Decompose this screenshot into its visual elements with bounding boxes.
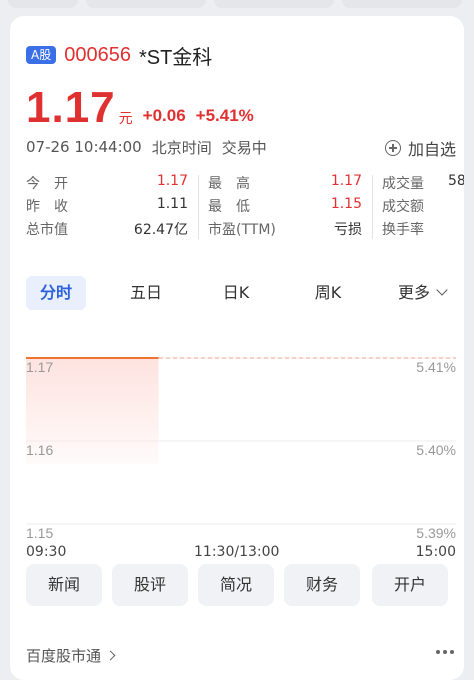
low-value: 1.15 <box>330 196 362 212</box>
pe-value: 亏损 <box>334 222 362 238</box>
plus-circle-icon <box>384 140 401 156</box>
tab-weekly-k[interactable]: 周K <box>298 276 358 310</box>
price-change: +0.06 <box>142 106 186 125</box>
chevron-right-icon <box>105 650 116 660</box>
high-label: 最 高 <box>208 176 250 192</box>
stock-code: 000656 <box>64 43 131 66</box>
chart-period-tabs: 分时 五日 日K 周K 更多 <box>26 276 456 312</box>
prev-close-label: 昨 收 <box>26 199 68 215</box>
financials-button[interactable]: 财务 <box>284 564 360 606</box>
profile-button[interactable]: 简况 <box>198 564 274 606</box>
news-button[interactable]: 新闻 <box>26 564 102 606</box>
comments-button[interactable]: 股评 <box>112 564 188 606</box>
price-unit: 元 <box>118 111 133 127</box>
stats-divider <box>372 175 373 239</box>
chevron-down-icon <box>436 284 448 296</box>
volume-value: 58 <box>448 173 464 189</box>
stock-market-link[interactable]: 百度股市通 <box>26 645 116 666</box>
tab-intraday[interactable]: 分时 <box>26 276 86 310</box>
pe-label: 市盈(TTM) <box>208 222 276 238</box>
y-tick-label: 1.17 <box>26 359 53 375</box>
y-tick-label: 1.16 <box>26 442 53 458</box>
volume-label: 成交量 <box>382 176 424 192</box>
stock-name: *ST金科 <box>138 46 213 69</box>
tab-more-label: 更多 <box>397 283 430 302</box>
quote-stats: 今 开 1.17 昨 收 1.11 总市值 62.47亿 最 高 1.17 最 … <box>26 173 464 243</box>
y-tick-pct-label: 5.41% <box>416 359 456 375</box>
tab-daily-k[interactable]: 日K <box>206 276 266 310</box>
open-value: 1.17 <box>156 173 188 189</box>
top-strip <box>0 0 474 10</box>
market-badge: A股 <box>26 46 57 64</box>
market-cap-value: 62.47亿 <box>133 222 188 238</box>
chart-svg: 1.17 5.41% 1.16 5.40% 1.15 5.39% <box>26 357 456 541</box>
stats-divider <box>198 175 199 239</box>
trading-status: 交易中 <box>221 138 267 157</box>
x-tick-label: 09:30 <box>26 544 67 560</box>
open-account-button[interactable]: 开户 <box>372 564 448 606</box>
quote-timezone: 北京时间 <box>151 138 212 157</box>
action-buttons: 新闻 股评 简况 财务 开户 <box>26 564 456 606</box>
amount-label: 成交额 <box>382 199 424 215</box>
stock-title: A股 000656 *ST金科 <box>26 42 213 69</box>
intraday-chart[interactable]: 1.17 5.41% 1.16 5.40% 1.15 5.39% 09:30 11:30/… <box>26 334 456 566</box>
tab-five-day[interactable]: 五日 <box>116 276 176 310</box>
more-options-icon[interactable] <box>436 650 454 654</box>
price-change-pct: +5.41% <box>195 106 254 125</box>
y-tick-pct-label: 5.40% <box>416 442 456 458</box>
quote-datetime: 07-26 10:44:00 <box>26 138 142 156</box>
open-label: 今 开 <box>26 176 68 192</box>
market-cap-label: 总市值 <box>26 222 68 238</box>
y-tick-label: 1.15 <box>26 525 53 540</box>
y-tick-pct-label: 5.39% <box>416 525 456 540</box>
x-tick-label: 15:00 <box>415 544 456 560</box>
tab-more[interactable]: 更多 <box>388 276 456 310</box>
x-tick-label: 11:30/13:00 <box>194 544 280 560</box>
footer: 百度股市通 <box>26 642 456 668</box>
low-label: 最 低 <box>208 199 250 215</box>
price-row: 1.17 元 +0.06 +5.41% <box>26 86 264 130</box>
current-price: 1.17 <box>26 83 116 132</box>
turnover-label: 换手率 <box>382 222 424 238</box>
stock-market-link-label: 百度股市通 <box>26 646 102 665</box>
add-watchlist-button[interactable]: 加自选 <box>384 136 456 160</box>
add-watchlist-label: 加自选 <box>407 140 456 159</box>
trade-time-row: 07-26 10:44:00 北京时间 交易中 加自选 <box>26 136 456 160</box>
high-value: 1.17 <box>330 173 362 189</box>
stock-card: A股 000656 *ST金科 1.17 元 +0.06 +5.41% 07-2… <box>10 16 464 680</box>
prev-close-value: 1.11 <box>156 196 188 212</box>
